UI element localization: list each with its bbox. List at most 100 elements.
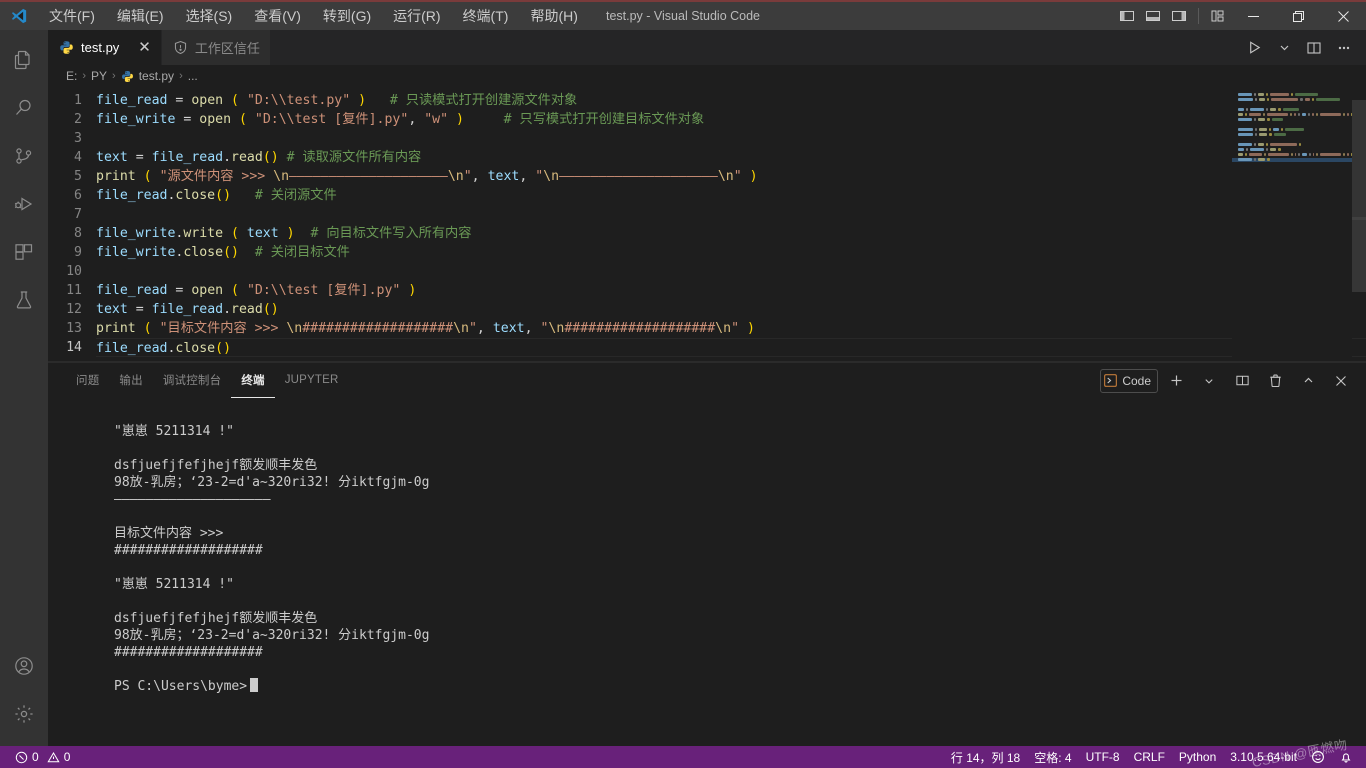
minimap-line bbox=[1232, 133, 1352, 137]
terminal-scrollbar-thumb[interactable] bbox=[1352, 100, 1366, 220]
terminal-prompt[interactable]: PS C:\Users\byme> bbox=[114, 678, 1366, 695]
status-python-interpreter[interactable]: 3.10.5 64-bit bbox=[1223, 746, 1304, 768]
code-token: "D:\\test.py" bbox=[247, 93, 350, 108]
tab-workspace-trust[interactable]: 工作区信任 bbox=[162, 30, 271, 65]
breadcrumb: E: › PY › test.py › ... bbox=[48, 65, 1366, 87]
code-line[interactable]: print ( "目标文件内容 >>> \n##################… bbox=[96, 319, 1366, 338]
terminal-line bbox=[114, 593, 1366, 610]
tab-test-py[interactable]: test.py ✕ bbox=[48, 30, 162, 65]
menu-item-5[interactable]: 运行(R) bbox=[382, 3, 451, 29]
status-language-mode[interactable]: Python bbox=[1172, 746, 1223, 768]
chevron-down-icon[interactable] bbox=[1194, 369, 1224, 393]
code-line[interactable] bbox=[96, 205, 1366, 224]
status-editor-position[interactable]: 行 14，列 18 bbox=[944, 746, 1027, 768]
code-line[interactable]: file_write.write ( text ) # 向目标文件写入所有内容 bbox=[96, 224, 1366, 243]
close-button[interactable] bbox=[1321, 1, 1366, 31]
code-line[interactable]: text = file_read.read() bbox=[96, 300, 1366, 319]
code-token: text bbox=[488, 169, 520, 184]
line-number: 5 bbox=[48, 167, 82, 186]
status-errors-warnings[interactable]: 0 0 bbox=[8, 746, 77, 768]
close-icon[interactable]: ✕ bbox=[138, 40, 151, 55]
terminal-line: "崽崽 5211314 !" bbox=[114, 423, 1366, 440]
status-encoding[interactable]: UTF-8 bbox=[1079, 746, 1127, 768]
menu-item-0[interactable]: 文件(F) bbox=[38, 3, 106, 29]
minimap-segment bbox=[1254, 93, 1256, 96]
code-token: # 关闭源文件 bbox=[255, 188, 337, 203]
code-line[interactable]: file_read = open ( "D:\\test [复件].py" ) bbox=[96, 281, 1366, 300]
toggle-secondary-sidebar-icon[interactable] bbox=[1166, 2, 1192, 30]
minimap-segment bbox=[1295, 153, 1296, 156]
minimap-segment bbox=[1258, 143, 1264, 146]
explorer-icon[interactable] bbox=[0, 36, 48, 84]
run-debug-icon[interactable] bbox=[0, 180, 48, 228]
trash-icon[interactable] bbox=[1260, 369, 1290, 393]
minimap[interactable] bbox=[1232, 87, 1352, 362]
minimap-segment bbox=[1238, 98, 1253, 101]
menu-item-3[interactable]: 查看(V) bbox=[243, 3, 312, 29]
breadcrumb-item-file[interactable]: test.py bbox=[139, 69, 174, 83]
code-line[interactable]: file_write.close() # 关闭目标文件 bbox=[96, 243, 1366, 262]
code-token: , bbox=[519, 169, 535, 184]
line-number: 10 bbox=[48, 262, 82, 281]
code-token: # 只写模式打开创建目标文件对象 bbox=[504, 112, 705, 127]
code-token: () bbox=[263, 302, 279, 317]
menu-item-1[interactable]: 编辑(E) bbox=[106, 3, 175, 29]
status-eol[interactable]: CRLF bbox=[1127, 746, 1172, 768]
extensions-icon[interactable] bbox=[0, 228, 48, 276]
code-editor[interactable]: 1234567891011121314 file_read = open ( "… bbox=[48, 87, 1366, 362]
panel-tab-2[interactable]: 调试控制台 bbox=[153, 363, 232, 398]
menu-item-2[interactable]: 选择(S) bbox=[175, 3, 244, 29]
minimap-segment bbox=[1266, 148, 1268, 151]
code-token: ———————————————————— bbox=[559, 169, 718, 184]
code-token bbox=[366, 93, 390, 108]
code-content[interactable]: file_read = open ( "D:\\test.py" ) # 只读模… bbox=[94, 91, 1366, 362]
menu-item-4[interactable]: 转到(G) bbox=[312, 3, 382, 29]
testing-flask-icon[interactable] bbox=[0, 276, 48, 324]
maximize-button[interactable] bbox=[1276, 1, 1321, 31]
breadcrumb-item-symbols[interactable]: ... bbox=[188, 69, 198, 83]
search-icon[interactable] bbox=[0, 84, 48, 132]
panel-tab-3[interactable]: 终端 bbox=[231, 363, 274, 398]
terminal-kind-selector[interactable]: Code bbox=[1100, 369, 1158, 393]
status-indentation[interactable]: 空格: 4 bbox=[1027, 746, 1078, 768]
code-token: \n bbox=[543, 169, 559, 184]
code-token bbox=[136, 169, 144, 184]
code-token bbox=[464, 112, 504, 127]
code-token: , bbox=[477, 321, 493, 336]
chevron-down-icon[interactable] bbox=[1270, 34, 1298, 62]
customize-layout-icon[interactable] bbox=[1205, 2, 1231, 30]
code-line[interactable]: file_read.close() bbox=[96, 338, 1366, 357]
panel-tab-1[interactable]: 输出 bbox=[109, 363, 152, 398]
feedback-smiley-icon[interactable] bbox=[1304, 746, 1332, 768]
panel-tab-0[interactable]: 问题 bbox=[66, 363, 109, 398]
menu-item-7[interactable]: 帮助(H) bbox=[519, 3, 588, 29]
split-editor-icon[interactable] bbox=[1300, 34, 1328, 62]
terminal-line: ################### bbox=[114, 644, 1366, 661]
minimize-button[interactable] bbox=[1231, 1, 1276, 31]
settings-gear-icon[interactable] bbox=[0, 690, 48, 738]
code-line[interactable] bbox=[96, 262, 1366, 281]
code-line[interactable]: file_read = open ( "D:\\test.py" ) # 只读模… bbox=[96, 91, 1366, 110]
minimap-segment bbox=[1302, 153, 1306, 156]
toggle-primary-sidebar-icon[interactable] bbox=[1114, 2, 1140, 30]
split-terminal-icon[interactable] bbox=[1227, 369, 1257, 393]
panel-tab-4[interactable]: JUPYTER bbox=[275, 363, 349, 398]
source-control-icon[interactable] bbox=[0, 132, 48, 180]
breadcrumb-item-folder[interactable]: PY bbox=[91, 69, 107, 83]
menu-item-6[interactable]: 终端(T) bbox=[452, 3, 520, 29]
maximize-panel-icon[interactable] bbox=[1293, 369, 1323, 393]
run-python-file-icon[interactable] bbox=[1240, 34, 1268, 62]
minimap-segment bbox=[1273, 128, 1279, 131]
code-line[interactable]: file_write = open ( "D:\\test [复件].py", … bbox=[96, 110, 1366, 129]
code-line[interactable] bbox=[96, 129, 1366, 148]
toggle-panel-icon[interactable] bbox=[1140, 2, 1166, 30]
new-terminal-button[interactable] bbox=[1161, 369, 1191, 393]
bell-icon[interactable] bbox=[1332, 746, 1360, 768]
code-line[interactable]: print ( "源文件内容 >>> \n———————————————————… bbox=[96, 167, 1366, 186]
breadcrumb-item-drive[interactable]: E: bbox=[66, 69, 77, 83]
account-icon[interactable] bbox=[0, 642, 48, 690]
code-line[interactable]: text = file_read.read() # 读取源文件所有内容 bbox=[96, 148, 1366, 167]
terminal-output[interactable]: "崽崽 5211314 !" dsfjuefjfefjhejf额发顺丰发色98放… bbox=[48, 398, 1366, 746]
code-line[interactable]: file_read.close() # 关闭源文件 bbox=[96, 186, 1366, 205]
terminal-scrollbar[interactable] bbox=[1352, 0, 1366, 768]
